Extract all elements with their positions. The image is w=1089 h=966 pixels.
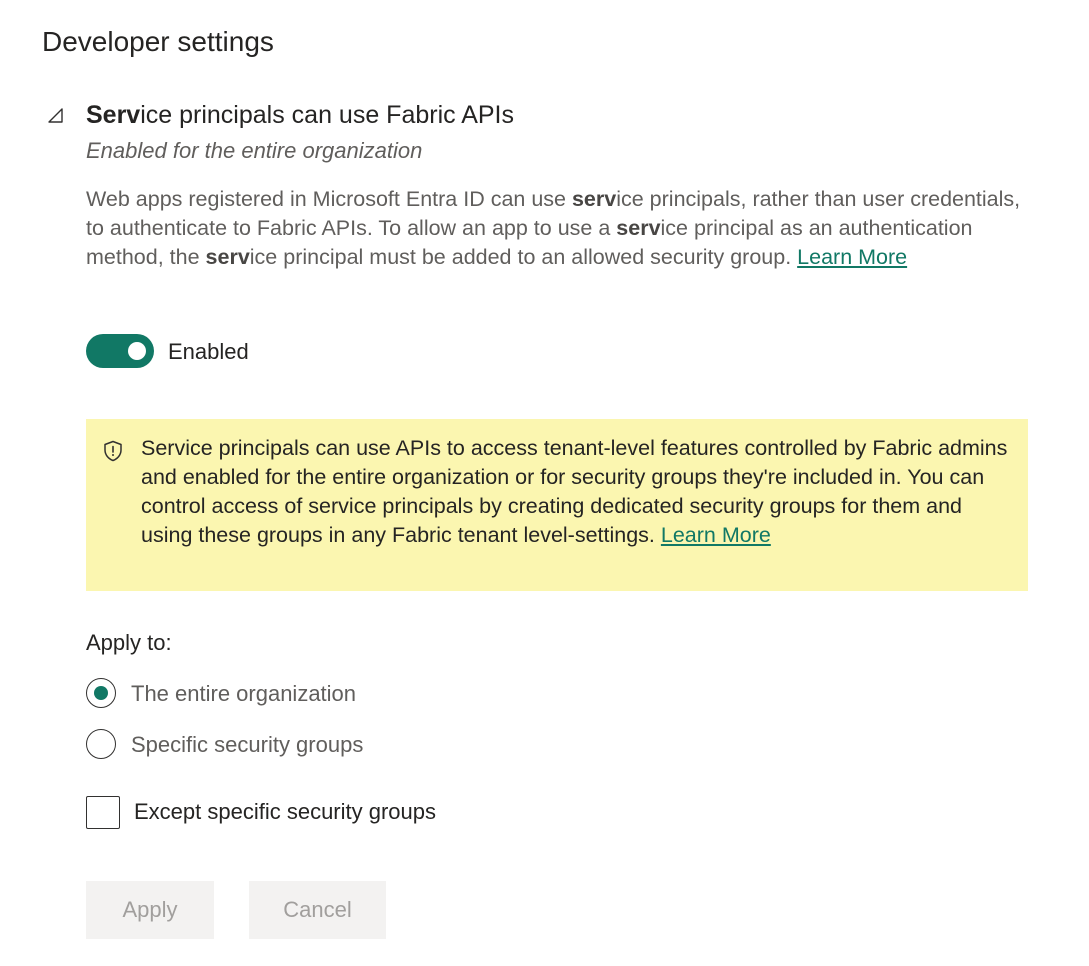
shield-icon	[104, 440, 122, 462]
radio-label-entire-organization: The entire organization	[131, 681, 357, 706]
radio-specific-security-groups[interactable]	[86, 729, 116, 759]
radio-entire-organization[interactable]	[86, 678, 116, 708]
toggle-label: Enabled	[168, 339, 249, 364]
description-text: ice principal must be added to an allowe…	[249, 245, 798, 269]
except-groups-checkbox[interactable]	[86, 796, 120, 829]
description-highlight: serv	[205, 245, 250, 269]
setting-title-highlight: Serv	[86, 101, 141, 129]
collapse-triangle-icon[interactable]	[46, 106, 66, 126]
apply-button[interactable]: Apply	[86, 881, 214, 939]
setting-title-rest: ice principals can use Fabric APIs	[140, 101, 514, 129]
developer-settings-page: Developer settings Service principals ca…	[0, 0, 1089, 966]
description-learn-more-link[interactable]: Learn More	[797, 245, 907, 269]
page-title: Developer settings	[42, 26, 274, 57]
setting-status: Enabled for the entire organization	[86, 138, 423, 163]
apply-to-label: Apply to:	[86, 630, 172, 655]
warning-learn-more-link[interactable]: Learn More	[661, 523, 771, 547]
description-highlight: serv	[571, 187, 617, 211]
description-text: Web apps registered in Microsoft Entra I…	[86, 187, 572, 211]
cancel-button[interactable]: Cancel	[249, 881, 386, 939]
warning-banner: Service principals can use APIs to acces…	[86, 419, 1028, 591]
except-groups-label: Except specific security groups	[134, 799, 437, 824]
setting-description: Web apps registered in Microsoft Entra I…	[86, 185, 1026, 272]
toggle-knob	[128, 342, 146, 360]
description-highlight: serv	[616, 216, 661, 240]
warning-text: Service principals can use APIs to acces…	[141, 434, 1011, 550]
enabled-toggle[interactable]	[86, 334, 154, 368]
setting-title: Service principals can use Fabric APIs	[86, 101, 514, 130]
warning-message: Service principals can use APIs to acces…	[141, 436, 1008, 547]
radio-label-specific-security-groups: Specific security groups	[131, 732, 364, 757]
